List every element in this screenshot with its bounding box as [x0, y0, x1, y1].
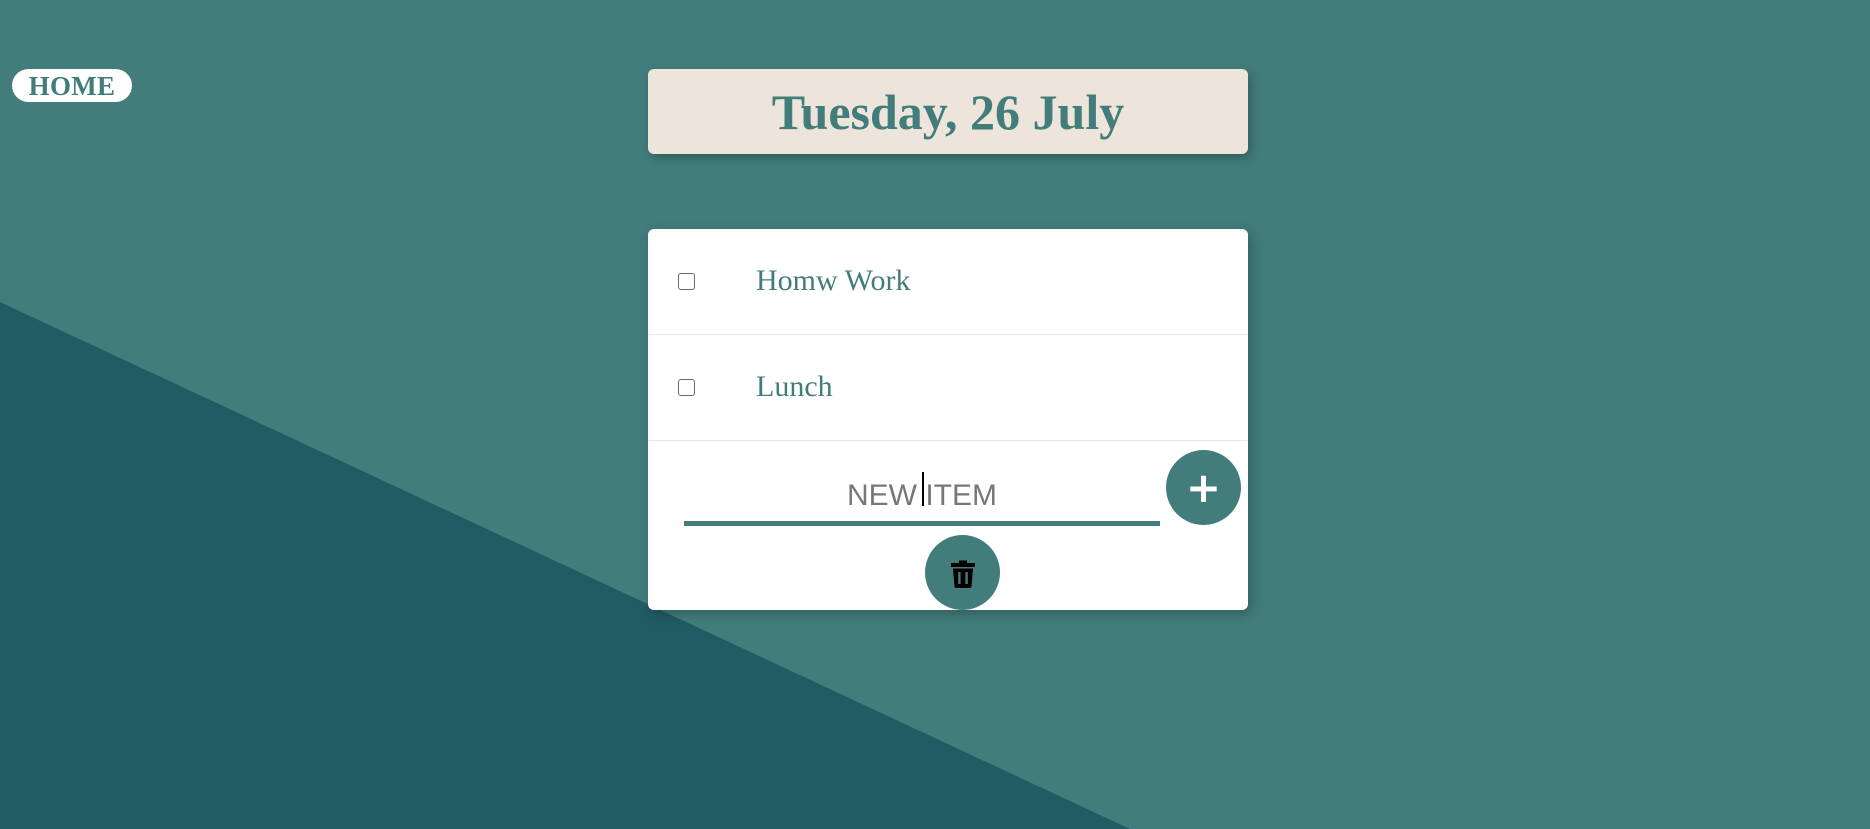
text-caret	[922, 472, 924, 506]
add-button[interactable]: +	[1166, 450, 1241, 525]
list-item: Lunch	[648, 335, 1248, 441]
trash-icon	[950, 560, 975, 588]
item-checkbox[interactable]	[678, 379, 695, 396]
date-header: Tuesday, 26 July	[648, 69, 1248, 154]
delete-button[interactable]	[925, 535, 1000, 610]
item-checkbox[interactable]	[678, 273, 695, 290]
plus-icon: +	[1185, 463, 1222, 512]
item-label: Lunch	[756, 370, 833, 403]
page-title: Tuesday, 26 July	[771, 83, 1125, 140]
home-link[interactable]: HOME	[12, 69, 132, 102]
todo-list: Homw Work Lunch +	[648, 229, 1248, 610]
item-label: Homw Work	[756, 264, 911, 297]
list-item: Homw Work	[648, 229, 1248, 335]
